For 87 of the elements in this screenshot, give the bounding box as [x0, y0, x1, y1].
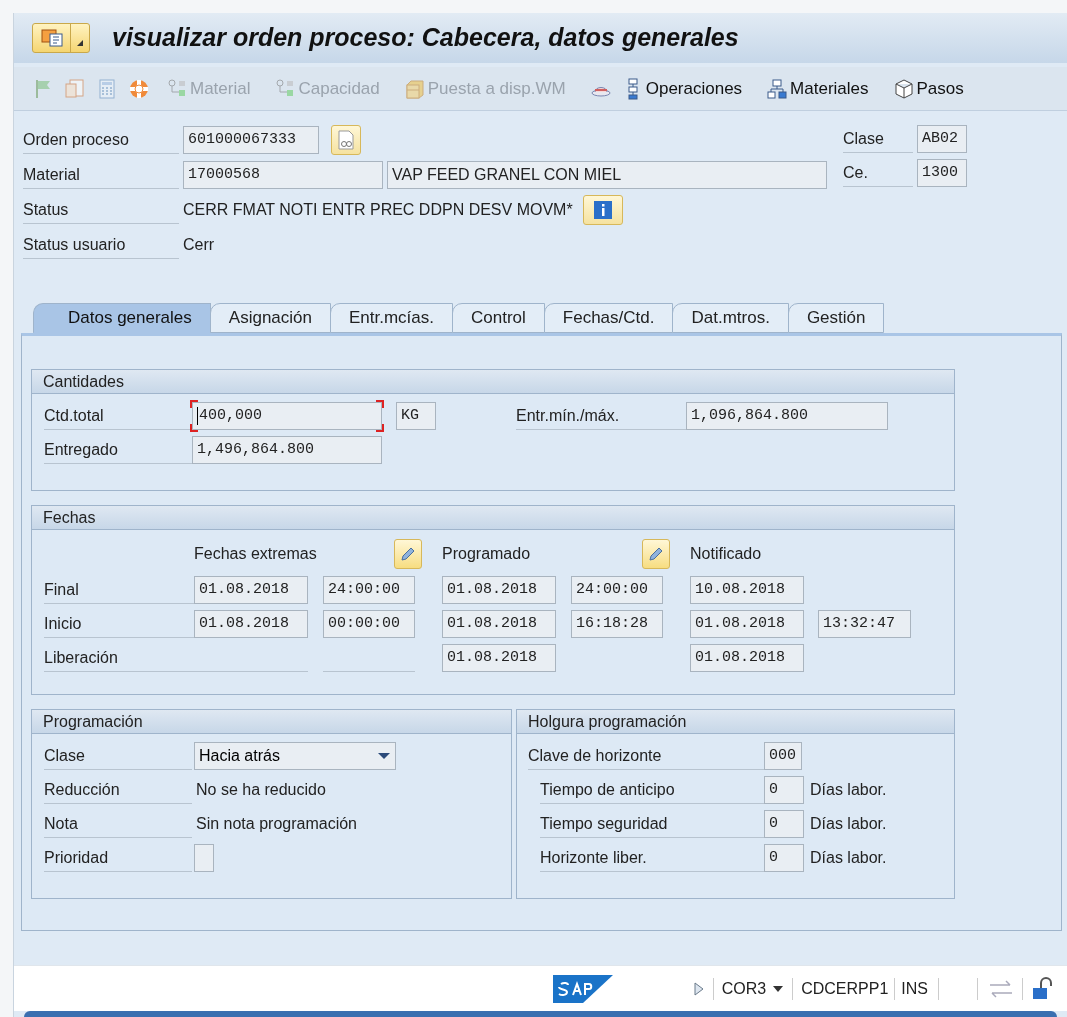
- date-field[interactable]: 01.08.2018: [442, 576, 556, 604]
- days-field[interactable]: 0: [764, 844, 804, 872]
- plant-field[interactable]: 1300: [917, 159, 967, 187]
- toolbar-button[interactable]: Pasos: [916, 75, 964, 102]
- field-label: Prioridad: [44, 844, 192, 872]
- play-icon[interactable]: [692, 980, 705, 997]
- pencil-icon: [647, 545, 665, 563]
- column-heading: Fechas extremas: [194, 544, 317, 564]
- field-label: Nota: [44, 810, 192, 838]
- group-title: Cantidades: [43, 371, 124, 392]
- date-field[interactable]: 01.08.2018: [194, 576, 308, 604]
- order-number-field[interactable]: 601000067333: [183, 126, 319, 154]
- time-field[interactable]: 00:00:00: [323, 610, 415, 638]
- material-field[interactable]: 17000568: [183, 161, 383, 189]
- field-label: Clase: [843, 125, 913, 153]
- group-title: Holgura programación: [528, 711, 687, 732]
- field-label: Orden proceso: [23, 126, 179, 154]
- field-label: Status usuario: [23, 231, 179, 259]
- edit-button[interactable]: [642, 539, 670, 569]
- toolbar-button[interactable]: Materiales: [790, 75, 869, 102]
- tab[interactable]: Asignación: [209, 303, 331, 333]
- column-heading: Programado: [442, 544, 531, 564]
- dropdown-icon[interactable]: [772, 984, 785, 993]
- field-label: Ce.: [843, 159, 913, 187]
- toolbar-button[interactable]: Operaciones: [645, 75, 743, 102]
- window-title: visualizar orden proceso: Cabecera, datos generales: [112, 22, 739, 54]
- document-glasses-icon: [337, 130, 355, 150]
- info-icon: [592, 200, 613, 220]
- tab[interactable]: Gestión: [787, 303, 885, 333]
- unit-text: Días labor.: [810, 814, 887, 834]
- edit-button[interactable]: [394, 539, 422, 569]
- tab[interactable]: Fechas/Ctd.: [543, 303, 674, 333]
- date-field[interactable]: 01.08.2018: [690, 610, 804, 638]
- display-button[interactable]: [331, 125, 361, 155]
- sap-logo-icon: [552, 974, 613, 1003]
- date-field[interactable]: 01.08.2018: [442, 644, 556, 672]
- days-field[interactable]: 0: [764, 810, 804, 838]
- server-text: CDCERPP1: [801, 978, 889, 999]
- unit-text: Días labor.: [810, 848, 887, 868]
- field-label: Clase: [44, 742, 192, 770]
- dropdown-field[interactable]: Hacia atrás: [194, 742, 396, 770]
- field-label: Material: [23, 161, 179, 189]
- group-title: Fechas: [43, 507, 96, 528]
- cube-icon[interactable]: [892, 77, 915, 100]
- group-title: Programación: [43, 711, 143, 732]
- transfer-icon[interactable]: [988, 978, 1014, 999]
- time-field[interactable]: 24:00:00: [571, 576, 663, 604]
- days-field[interactable]: 0: [764, 776, 804, 804]
- time-field[interactable]: 16:18:28: [571, 610, 663, 638]
- time-field[interactable]: 24:00:00: [323, 576, 415, 604]
- tab[interactable]: Entr.mcías.: [330, 303, 453, 333]
- unit-text: Días labor.: [810, 780, 887, 800]
- date-field[interactable]: 01.08.2018: [442, 610, 556, 638]
- tab[interactable]: Datos generales: [33, 303, 211, 333]
- column-heading: Notificado: [690, 544, 762, 564]
- value-text: Sin nota programación: [196, 814, 357, 834]
- input-mode-text: INS: [901, 978, 928, 999]
- time-field[interactable]: 13:32:47: [818, 610, 911, 638]
- tab[interactable]: Dat.mtros.: [672, 303, 789, 333]
- user-status-text: Cerr: [183, 235, 215, 255]
- delivered-quantity-field[interactable]: 1,496,864.800: [192, 436, 382, 464]
- lifebuoy-icon[interactable]: [128, 77, 150, 100]
- total-quantity-field[interactable]: 400,000: [192, 402, 382, 430]
- window-menu-icon: [39, 28, 64, 48]
- field-label: Reducción: [44, 776, 192, 804]
- unit-field[interactable]: KG: [396, 402, 436, 430]
- quantity-field[interactable]: 1,096,864.800: [686, 402, 888, 430]
- hierarchy-icon[interactable]: [766, 77, 789, 100]
- status-text: CERR FMAT NOTI ENTR PREC DDPN DESV MOVM*: [183, 200, 573, 220]
- field-label: Liberación: [44, 644, 194, 672]
- field-label: Status: [23, 196, 179, 224]
- info-button[interactable]: [582, 195, 623, 225]
- value-text: No se ha reducido: [196, 780, 326, 800]
- tab[interactable]: Control: [452, 303, 545, 333]
- date-field[interactable]: 10.08.2018: [690, 576, 804, 604]
- padlock-icon[interactable]: [1031, 976, 1053, 1001]
- order-type-field[interactable]: AB02: [917, 125, 967, 153]
- dropdown-icon: [377, 752, 391, 760]
- horizon-key-field[interactable]: 000: [764, 742, 802, 770]
- material-description-field[interactable]: VAP FEED GRANEL CON MIEL: [387, 161, 827, 189]
- dropdown-icon: [76, 39, 84, 47]
- transaction-text: COR3: [721, 978, 767, 999]
- pencil-icon: [399, 545, 417, 563]
- date-field[interactable]: 01.08.2018: [194, 610, 308, 638]
- date-field[interactable]: 01.08.2018: [690, 644, 804, 672]
- checkbox[interactable]: [194, 844, 214, 872]
- menu-button[interactable]: [32, 23, 90, 53]
